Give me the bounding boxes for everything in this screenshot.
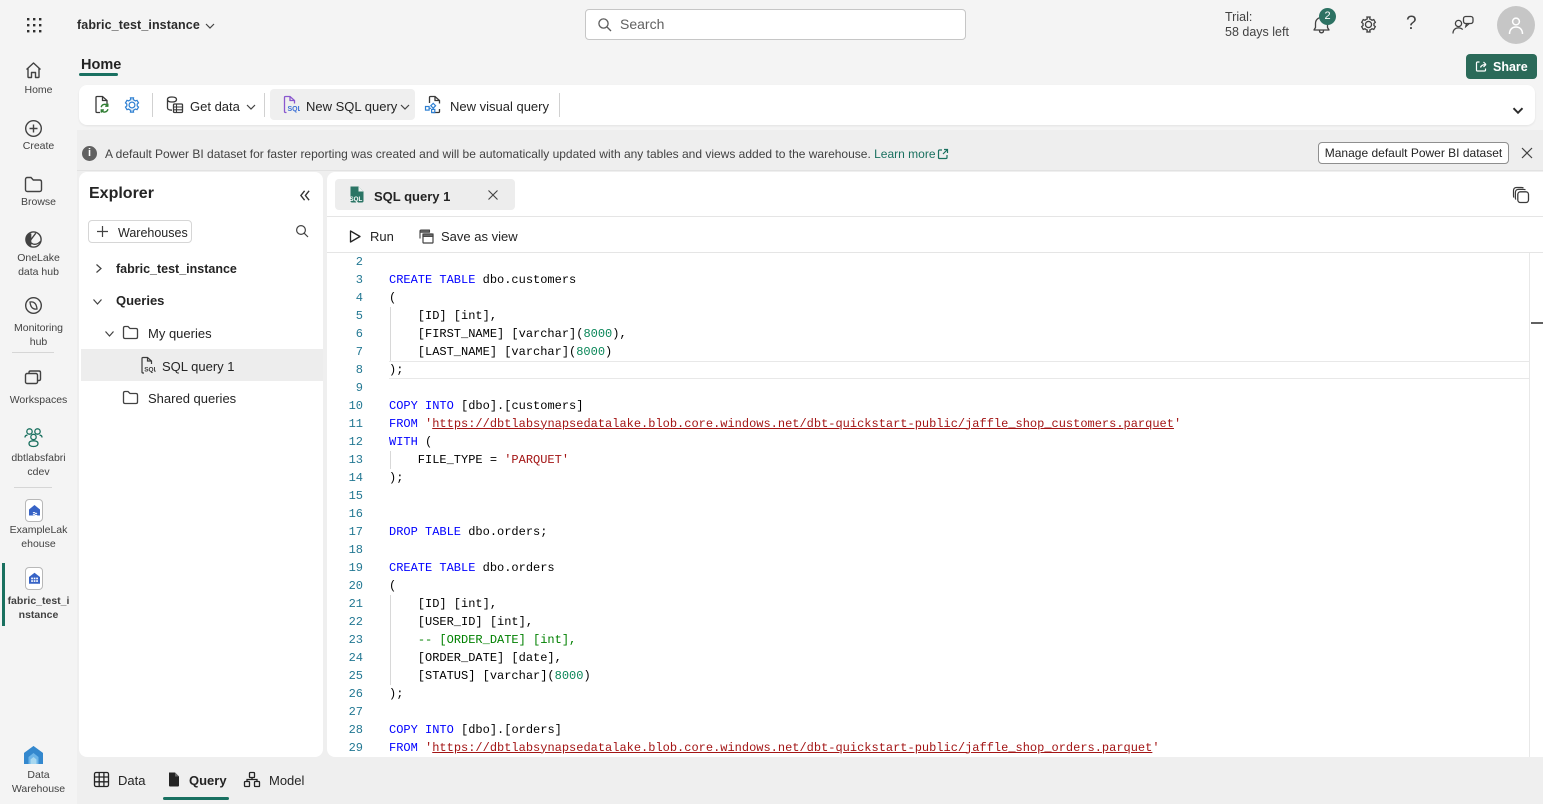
svg-text:SQL: SQL	[144, 367, 156, 374]
svg-text:SQL: SQL	[350, 196, 363, 203]
svg-text:SQL: SQL	[288, 106, 301, 113]
